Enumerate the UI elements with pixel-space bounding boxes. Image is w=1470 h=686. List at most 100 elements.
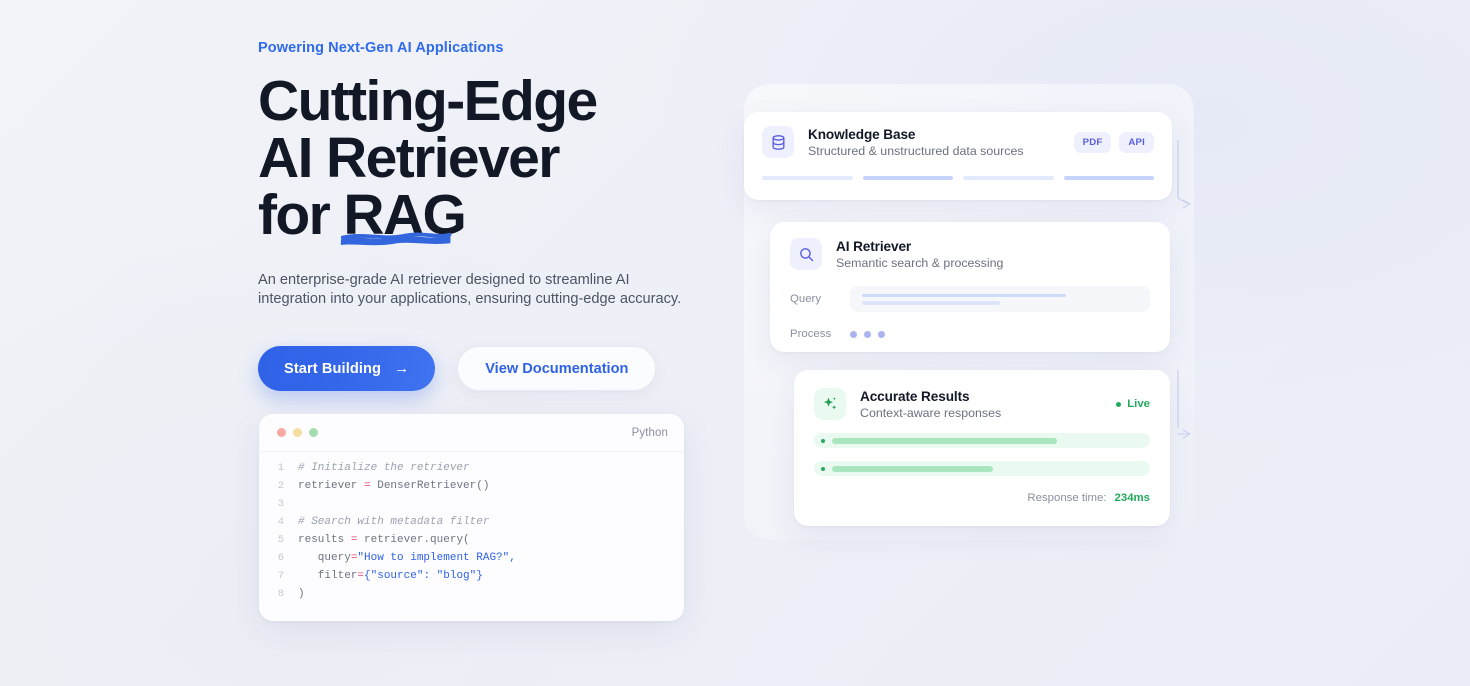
window-close-dot-icon[interactable] [277, 428, 286, 437]
knowledge-base-subtitle: Structured & unstructured data sources [808, 143, 1024, 158]
code-line-number: 8 [277, 588, 284, 600]
hero-left-column: Powering Next-Gen AI Applications Cuttin… [258, 40, 698, 392]
code-line-text: filter={"source": "blog"} [298, 570, 483, 582]
headline-highlight-wrap: RAG [341, 187, 467, 246]
live-status-label: Live [1127, 398, 1150, 410]
window-controls [277, 428, 318, 437]
start-building-button[interactable]: Start Building → [258, 346, 436, 392]
code-body: 1 # Initialize the retriever 2 retriever = … [259, 452, 684, 606]
code-token: "How to implement RAG?", [357, 552, 516, 564]
code-line-text: ) [298, 588, 305, 600]
knowledge-base-bars [762, 176, 1154, 180]
code-line: 3 [259, 498, 684, 516]
code-line-number: 3 [277, 498, 284, 510]
headline-line-2: AI Retriever [258, 126, 560, 190]
code-token: {"source": "blog"} [364, 570, 483, 582]
code-token: query [298, 552, 351, 564]
live-status-dot-icon [1116, 401, 1122, 407]
view-documentation-button[interactable]: View Documentation [457, 346, 657, 392]
view-documentation-label: View Documentation [485, 360, 629, 377]
code-token: = [364, 480, 371, 492]
code-line-number: 5 [277, 534, 284, 546]
result-fill-1 [832, 437, 1058, 444]
chip-api[interactable]: API [1119, 131, 1154, 153]
code-line: 4 # Search with metadata filter [259, 516, 684, 534]
code-language-label: Python [631, 426, 668, 439]
process-dot-2 [864, 330, 871, 338]
query-skeleton-line-1 [862, 293, 1067, 297]
knowledge-base-card[interactable]: Knowledge Base Structured & unstructured… [744, 112, 1172, 200]
flow-connectors [1177, 140, 1192, 439]
kb-bar-2 [862, 176, 953, 180]
accurate-results-header: Accurate Results Context-aware responses… [814, 388, 1150, 420]
code-line-number: 4 [277, 516, 284, 528]
code-line-text: results = retriever.query( [298, 534, 470, 546]
code-line-text: # Search with metadata filter [298, 516, 489, 528]
code-line-number: 7 [277, 570, 284, 582]
accurate-results-card[interactable]: Accurate Results Context-aware responses… [794, 370, 1170, 526]
code-line-number: 2 [277, 480, 284, 492]
arrow-right-icon: → [394, 360, 410, 378]
hero-eyebrow: Powering Next-Gen AI Applications [258, 40, 504, 56]
page-title: Cutting-Edge AI Retriever for RAG [258, 69, 698, 247]
code-line: 7 filter={"source": "blog"} [259, 570, 684, 588]
kb-bar-3 [963, 176, 1054, 180]
process-dot-1 [850, 330, 857, 338]
ai-retriever-title: AI Retriever [836, 238, 912, 254]
code-line-number: 6 [277, 552, 284, 564]
code-token: results [298, 534, 351, 546]
hero-page: Powering Next-Gen AI Applications Cuttin… [0, 0, 1470, 686]
knowledge-base-text: Knowledge Base Structured & unstructured… [808, 127, 1024, 158]
kb-bar-4 [1063, 176, 1154, 180]
response-time-value: 234ms [1114, 492, 1150, 504]
response-time-row: Response time: 234ms [814, 492, 1150, 504]
code-line: 1 # Initialize the retriever [259, 462, 684, 480]
code-line: 6 query="How to implement RAG?", [259, 552, 684, 570]
database-icon [762, 126, 794, 158]
code-token: filter [298, 570, 358, 582]
process-dots [850, 330, 885, 338]
code-token: # Initialize the retriever [298, 462, 470, 474]
ai-retriever-subtitle: Semantic search & processing [836, 255, 1004, 270]
query-label: Query [790, 293, 822, 305]
start-building-label: Start Building [284, 360, 382, 377]
code-card-header: Python [259, 414, 684, 452]
window-maximize-dot-icon[interactable] [309, 428, 318, 437]
response-time-label: Response time: [1027, 492, 1107, 504]
result-bar-2 [814, 461, 1150, 476]
query-row: Query [790, 286, 1150, 312]
code-line-text: # Initialize the retriever [298, 462, 470, 474]
code-sample-card: Python 1 # Initialize the retriever 2 retri… [259, 414, 684, 621]
kb-bar-1 [762, 176, 853, 180]
accurate-results-subtitle: Context-aware responses [860, 405, 1002, 420]
code-token: retriever.query( [357, 534, 470, 546]
query-input[interactable] [850, 286, 1150, 312]
headline-highlight: RAG [343, 183, 466, 247]
result-bullet-icon-1 [821, 438, 825, 443]
status-badge: Live [1116, 398, 1150, 410]
knowledge-base-title: Knowledge Base [808, 126, 916, 142]
headline-line-1: Cutting-Edge [258, 69, 598, 133]
query-skeleton-line-2 [862, 301, 1000, 305]
code-token: DenserRetriever() [370, 480, 490, 492]
search-icon [790, 238, 822, 270]
result-fill-2 [832, 465, 993, 472]
ai-retriever-text: AI Retriever Semantic search & processin… [836, 239, 1003, 270]
code-token: ) [298, 588, 305, 600]
knowledge-base-chips: PDF API [1073, 131, 1154, 153]
result-bar-1 [814, 433, 1150, 448]
window-minimize-dot-icon[interactable] [293, 428, 302, 437]
knowledge-base-header: Knowledge Base Structured & unstructured… [762, 126, 1154, 158]
ai-retriever-card[interactable]: AI Retriever Semantic search & processin… [770, 222, 1170, 352]
code-line-text: query="How to implement RAG?", [298, 552, 516, 564]
code-line: 2 retriever = DenserRetriever() [259, 480, 684, 498]
code-line-text: retriever = DenserRetriever() [298, 480, 489, 492]
hero-subtitle: An enterprise-grade AI retriever designe… [258, 272, 682, 307]
sparkles-icon [814, 388, 846, 420]
chip-pdf[interactable]: PDF [1073, 131, 1112, 153]
headline-line-3-prefix: for [258, 183, 344, 247]
process-label: Process [790, 328, 832, 340]
accurate-results-title: Accurate Results [860, 388, 970, 404]
code-line: 5 results = retriever.query( [259, 534, 684, 552]
accurate-results-text: Accurate Results Context-aware responses [860, 389, 1001, 420]
